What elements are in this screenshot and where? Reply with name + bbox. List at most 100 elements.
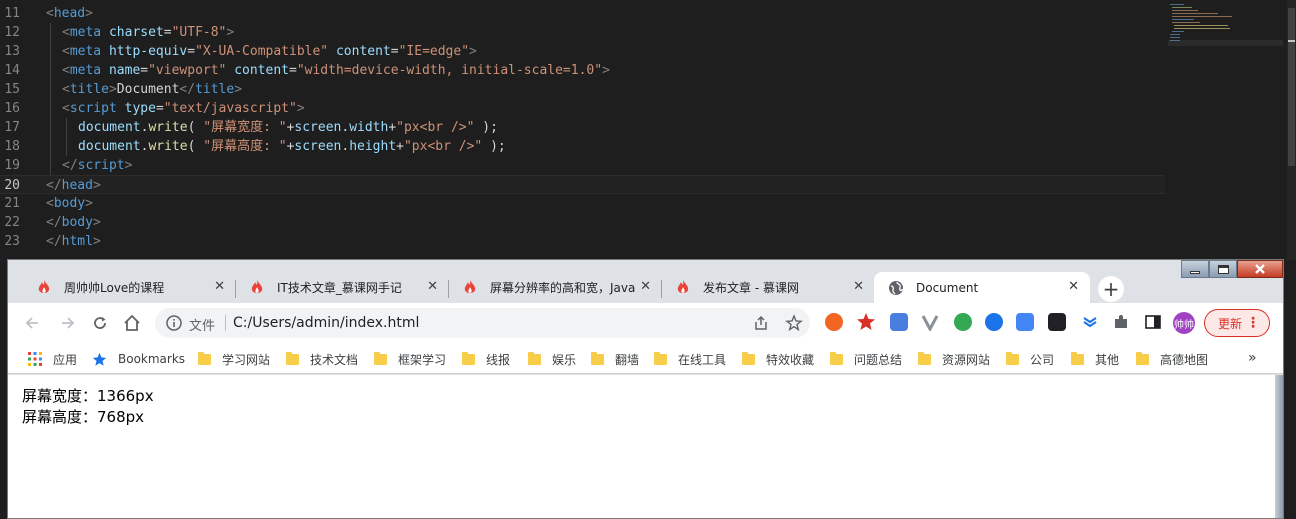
code-token: title <box>195 82 235 97</box>
code-line[interactable]: 23 </html> <box>0 232 1165 251</box>
share-icon[interactable] <box>753 315 769 331</box>
code-line[interactable]: 18 document.write( "屏幕高度: "+screen.height… <box>0 137 1165 156</box>
browser-tab[interactable]: Document ✕ <box>874 272 1090 303</box>
browser-tab[interactable]: 屏幕分辨率的高和宽，JavaS ✕ <box>448 272 662 303</box>
address-bar[interactable]: 文件 C:/Users/admin/index.html <box>155 308 810 338</box>
code-token: meta <box>69 44 109 59</box>
url-text[interactable]: C:/Users/admin/index.html <box>233 315 419 331</box>
screen-height-text: 屏幕高度：768px <box>22 408 145 426</box>
line-number: 17 <box>4 120 20 135</box>
bookmark-folder[interactable]: 公司 <box>1006 350 1054 368</box>
profile-avatar[interactable]: 帅帅 <box>1173 312 1195 334</box>
code-token: body <box>53 196 86 211</box>
close-tab-icon[interactable]: ✕ <box>853 280 864 294</box>
editor-scrollbar-thumb[interactable] <box>1288 8 1295 166</box>
code-line[interactable]: 17 document.write( "屏幕宽度: "+screen.width+… <box>0 118 1165 137</box>
bookmarks-shortcut[interactable]: Bookmarks <box>92 350 185 368</box>
code-text: <meta name="viewport" content="width=dev… <box>62 61 610 80</box>
back-button[interactable] <box>20 311 44 335</box>
bookmarks-bar: 应用 Bookmarks 学习网站 技术文档 框架学习 线报 娱乐 翻墙 在线工具 特效收藏 问… <box>8 343 1283 374</box>
code-text: </html> <box>46 232 101 251</box>
code-token: http-equiv <box>108 44 188 59</box>
bookmark-folder[interactable]: 技术文档 <box>286 350 358 368</box>
code-token: document <box>78 120 141 135</box>
bookmark-folder[interactable]: 问题总结 <box>830 350 902 368</box>
extension-layers-icon[interactable] <box>1081 313 1099 331</box>
code-line[interactable]: 21 <body> <box>0 194 1165 213</box>
close-tab-icon[interactable]: ✕ <box>640 280 651 294</box>
close-tab-icon[interactable]: ✕ <box>214 280 225 294</box>
close-window-button[interactable] <box>1237 260 1283 278</box>
extension-star-icon[interactable] <box>856 312 876 332</box>
new-tab-button[interactable]: + <box>1098 276 1124 302</box>
maximize-button[interactable] <box>1209 260 1237 278</box>
bookmark-folder[interactable]: 翻墙 <box>591 350 639 368</box>
bookmark-folder[interactable]: 其他 <box>1071 350 1119 368</box>
bookmark-folder[interactable]: 线报 <box>462 350 510 368</box>
forward-button[interactable] <box>56 311 80 335</box>
bookmark-folder[interactable]: 娱乐 <box>528 350 576 368</box>
folder-icon <box>742 351 755 365</box>
close-tab-icon[interactable]: ✕ <box>427 280 438 294</box>
code-line[interactable]: 19 </script> <box>0 156 1165 175</box>
bookmarks-overflow-button[interactable]: » <box>1248 350 1257 366</box>
code-line[interactable]: 22 </body> <box>0 213 1165 232</box>
code-token: script <box>77 158 125 173</box>
extension-blue-icon[interactable] <box>890 313 908 331</box>
bookmark-folder[interactable]: 在线工具 <box>654 350 726 368</box>
bookmark-folder[interactable]: 特效收藏 <box>742 350 814 368</box>
screen-width-text: 屏幕宽度：1366px <box>22 387 154 405</box>
extension-dark-icon[interactable] <box>1048 313 1066 331</box>
code-token: < <box>62 82 70 97</box>
folder-icon <box>198 351 211 365</box>
star-icon[interactable] <box>785 314 803 332</box>
folder-icon <box>1136 351 1149 365</box>
code-line[interactable]: 16 <script type="text/javascript"> <box>0 99 1165 118</box>
bookmark-folder[interactable]: 学习网站 <box>198 350 270 368</box>
code-line[interactable]: 20 </head> <box>0 175 1165 194</box>
browser-tab[interactable]: 周帅帅Love的课程 ✕ <box>22 272 236 303</box>
code-token: "width=device-width, initial-scale=1.0" <box>296 63 603 78</box>
code-line[interactable]: 15 <title>Document</title> <box>0 80 1165 99</box>
bookmark-folder-label: 高德地图 <box>1160 352 1209 367</box>
puzzle-icon[interactable] <box>1112 313 1130 331</box>
bookmark-folder-label: 技术文档 <box>310 352 359 367</box>
reload-button[interactable] <box>88 311 112 335</box>
folder-icon <box>830 351 843 365</box>
code-token: "X-UA-Compatible" <box>195 44 336 59</box>
side-panel-icon[interactable] <box>1144 313 1162 331</box>
close-tab-icon[interactable]: ✕ <box>1068 280 1079 294</box>
code-line[interactable]: 13 <meta http-equiv="X-UA-Compatible" con… <box>0 42 1165 61</box>
code-editor[interactable]: 11 <head> 12 <meta charset="UTF-8"> 13 <meta … <box>0 0 1296 260</box>
translate-icon[interactable] <box>1016 313 1034 331</box>
extension-key-icon[interactable] <box>985 313 1003 331</box>
info-icon[interactable] <box>165 314 183 332</box>
apps-shortcut[interactable]: 应用 <box>28 350 77 368</box>
extension-green-icon[interactable] <box>954 313 972 331</box>
browser-tab[interactable]: IT技术文章_慕课网手记 ✕ <box>235 272 449 303</box>
code-token: = <box>390 44 399 59</box>
page-content: 屏幕宽度：1366px 屏幕高度：768px <box>8 375 1283 518</box>
code-line[interactable]: 12 <meta charset="UTF-8"> <box>0 23 1165 42</box>
window-right-edge <box>1275 375 1283 518</box>
line-number: 22 <box>4 215 20 230</box>
code-text: </body> <box>46 213 101 232</box>
code-token: meta <box>69 63 109 78</box>
line-number: 21 <box>4 196 20 211</box>
browser-tab[interactable]: 发布文章 - 慕课网 ✕ <box>661 272 875 303</box>
minimize-button[interactable] <box>1181 260 1209 278</box>
minimap-slider[interactable] <box>1168 40 1283 46</box>
code-token: > <box>296 101 305 116</box>
code-line[interactable]: 14 <meta name="viewport" content="width=d… <box>0 61 1165 80</box>
minimap[interactable] <box>1168 4 1283 54</box>
bookmark-folder[interactable]: 资源网站 <box>918 350 990 368</box>
home-button[interactable] <box>120 311 144 335</box>
extension-v-icon[interactable] <box>921 313 939 331</box>
update-button[interactable]: 更新 ⋮ <box>1204 309 1270 337</box>
bookmark-folder[interactable]: 高德地图 <box>1136 350 1208 368</box>
extension-orange-icon[interactable] <box>825 313 843 331</box>
bookmark-folder[interactable]: 框架学习 <box>374 350 446 368</box>
code-token: > <box>92 178 101 193</box>
code-line[interactable]: 11 <head> <box>0 4 1165 23</box>
code-token: . <box>341 139 350 154</box>
